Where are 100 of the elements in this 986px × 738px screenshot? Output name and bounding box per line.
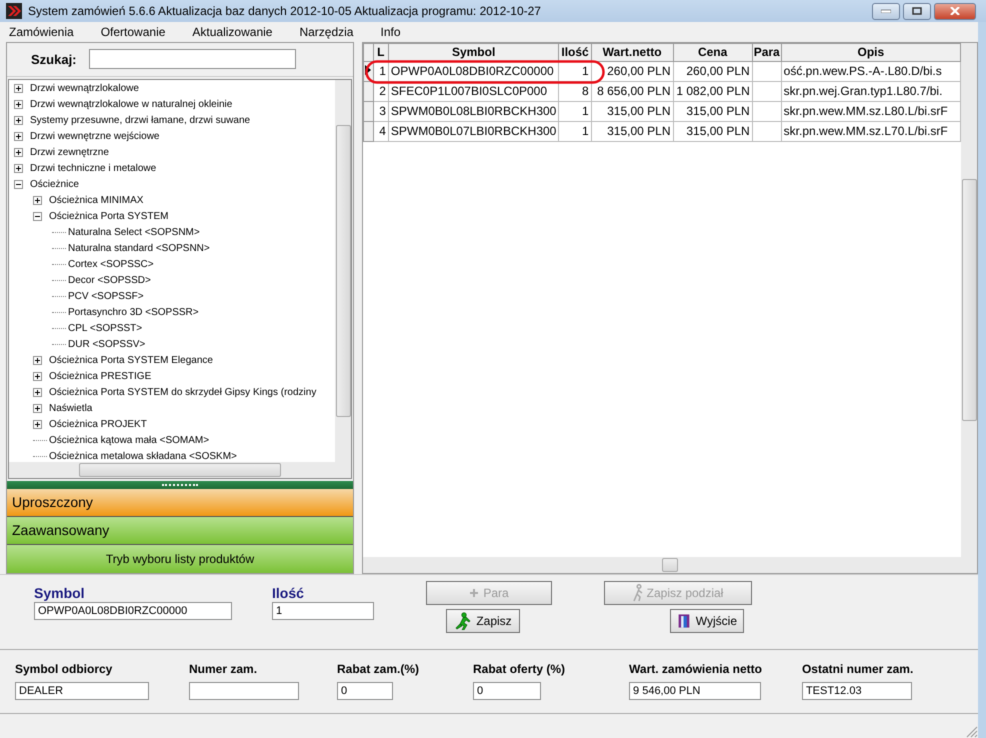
column-header[interactable]: Ilość [558, 43, 592, 62]
tree-item[interactable]: CPL <SOPSST> [68, 323, 142, 334]
expand-icon[interactable] [33, 372, 42, 382]
field-label: Numer zam. [189, 662, 258, 676]
text-field[interactable]: 0 [473, 682, 542, 700]
tree-item[interactable]: Systemy przesuwne, drzwi łamane, drzwi suwane [30, 115, 250, 126]
tree-item[interactable]: Ościeżnica PROJEKT [49, 419, 147, 430]
column-header[interactable]: Cena [673, 43, 752, 62]
tree-item[interactable]: Ościeżnica kątowa mała <SOMAM> [49, 435, 210, 446]
table-cell: 1 [558, 61, 592, 82]
text-field[interactable]: TEST12.03 [802, 682, 912, 700]
tree-item[interactable]: Drzwi zewnętrzne [30, 147, 109, 158]
table-cell: 1 082,00 PLN [673, 81, 752, 102]
table-cell: 1 [558, 121, 592, 142]
expand-icon[interactable] [33, 356, 42, 366]
menu-item[interactable]: Ofertowanie [94, 24, 172, 39]
text-field[interactable]: 0 [337, 682, 393, 700]
expand-icon[interactable] [33, 404, 42, 414]
table-cell: SPWM0B0L07LBI0RBCKH300 [388, 121, 559, 142]
action-button[interactable]: Zapisz [446, 609, 520, 634]
tree-item[interactable]: Ościeżnica MINIMAX [49, 195, 144, 206]
menu-item[interactable]: Narzędzia [292, 24, 360, 39]
plus-icon [469, 588, 480, 598]
tree-item[interactable]: Drzwi wewnętrzne wejściowe [30, 131, 160, 142]
tree-item[interactable]: Ościeżnica metalowa składana <SOSKM> [49, 451, 237, 462]
horizontal-scrollbar[interactable] [363, 557, 977, 574]
column-header[interactable]: Opis [781, 43, 960, 62]
quantity-label: Ilość [272, 585, 305, 602]
expand-icon[interactable] [33, 388, 42, 398]
tree-item[interactable]: Naświetla [49, 403, 92, 414]
tree-item[interactable]: Ościeżnica Porta SYSTEM Elegance [49, 355, 213, 366]
expand-icon[interactable] [33, 196, 42, 206]
menu-item[interactable]: Info [373, 24, 408, 39]
menu-item[interactable]: Aktualizowanie [185, 24, 280, 39]
app-logo-icon [6, 3, 22, 19]
vertical-scrollbar[interactable] [961, 42, 977, 558]
table-cell: SPWM0B0L08LBI0RBCKH300 [388, 101, 559, 122]
symbol-field[interactable]: OPWP0A0L08DBI0RZC00000 [34, 602, 232, 620]
window-title: System zamówień 5.6.6 Aktualizacja baz danych 2012-10-05 Aktualizacja programu: 2012-10-27 [28, 4, 542, 18]
column-header[interactable]: Symbol [388, 43, 559, 62]
column-header[interactable]: Para [752, 43, 782, 62]
tree-item[interactable]: Ościeżnica PRESTIGE [49, 371, 152, 382]
mode-tab[interactable]: Zaawansowany [7, 516, 353, 545]
tree-item[interactable]: Ościeżnice [30, 179, 79, 190]
tree-item[interactable]: Drzwi wewnątrzlokalowe [30, 83, 139, 94]
mode-tab[interactable]: Uproszczony [7, 488, 353, 517]
tree-item[interactable]: Decor <SOPSSD> [68, 275, 151, 286]
horizontal-scrollbar[interactable] [9, 462, 351, 478]
tree-item[interactable]: Naturalna standard <SOPSNN> [68, 243, 210, 254]
action-button[interactable]: Wyjście [670, 609, 744, 634]
tree-item[interactable]: Portasynchro 3D <SOPSSR> [68, 307, 199, 318]
field-label: Ostatni numer zam. [802, 662, 914, 676]
table-cell: 260,00 PLN [673, 61, 752, 82]
text-field[interactable]: DEALER [15, 682, 149, 700]
text-field[interactable] [189, 682, 299, 700]
table-cell: skr.pn.wej.Gran.typ1.L80.7/bi. [781, 81, 960, 102]
collapse-icon[interactable] [33, 212, 42, 222]
action-button: Zapisz podział [604, 581, 752, 606]
running-figure-icon [454, 612, 472, 630]
product-list-mode-button[interactable]: Tryb wyboru listy produktów [7, 544, 353, 573]
field-label: Rabat zam.(%) [337, 662, 420, 676]
expand-icon[interactable] [14, 84, 23, 94]
table-cell: 1 [558, 101, 592, 122]
expand-icon[interactable] [14, 116, 23, 126]
close-button[interactable] [934, 2, 976, 20]
expand-icon[interactable] [14, 164, 23, 174]
expand-icon[interactable] [14, 100, 23, 110]
minimize-button[interactable] [872, 2, 900, 20]
minimize-icon [881, 9, 891, 13]
column-header[interactable]: Wart.netto [591, 43, 674, 62]
tree-item[interactable]: Drzwi techniczne i metalowe [30, 163, 156, 174]
table-cell: OPWP0A0L08DBI0RZC00000 [388, 61, 559, 82]
tree-item[interactable]: Ościeżnica Porta SYSTEM [49, 211, 168, 222]
table-cell: 3 [373, 101, 388, 122]
table-cell: 260,00 PLN [591, 61, 674, 82]
tree-item[interactable]: Drzwi wewnątrzlokalowe w naturalnej okleinie [30, 99, 232, 110]
field-label: Wart. zamówienia netto [629, 662, 762, 676]
table-cell: 2 [373, 81, 388, 102]
tree-item[interactable]: Ościeżnica Porta SYSTEM do skrzydeł Gipsy Kings (rodziny [49, 387, 316, 398]
tree-item[interactable]: Naturalna Select <SOPSNM> [68, 227, 200, 238]
text-field[interactable]: 9 546,00 PLN [629, 682, 762, 700]
tree-item[interactable]: DUR <SOPSSV> [68, 339, 146, 350]
field-label: Rabat oferty (%) [473, 662, 566, 676]
tree-item[interactable]: Cortex <SOPSSC> [68, 259, 154, 270]
quantity-field[interactable]: 1 [272, 602, 374, 620]
menu-item[interactable]: Zamówienia [2, 24, 81, 39]
expand-icon[interactable] [33, 420, 42, 430]
table-cell: 8 656,00 PLN [591, 81, 674, 102]
collapse-icon[interactable] [14, 180, 23, 190]
tree-item[interactable]: PCV <SOPSSF> [68, 291, 144, 302]
column-header[interactable]: L [373, 43, 388, 62]
search-field[interactable] [88, 49, 296, 70]
symbol-label: Symbol [34, 585, 86, 602]
expand-icon[interactable] [14, 132, 23, 142]
maximize-button[interactable] [903, 2, 931, 20]
expand-icon[interactable] [14, 148, 23, 158]
splitter-handle[interactable] [7, 480, 353, 489]
vertical-scrollbar[interactable] [335, 80, 351, 462]
action-button: Para [426, 581, 552, 606]
table-cell: skr.pn.wew.MM.sz.L80.L/bi.srF [781, 101, 960, 122]
